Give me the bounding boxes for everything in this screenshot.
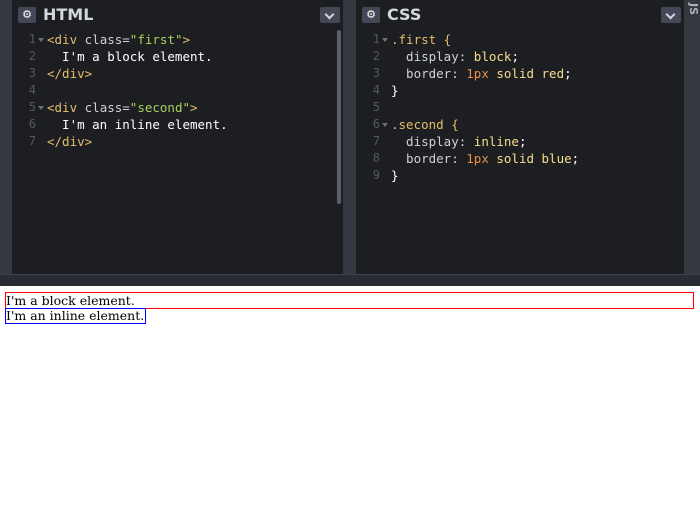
code-token: ; (518, 134, 527, 149)
css-dropdown-button[interactable] (661, 7, 681, 23)
code-token: border: (391, 151, 467, 166)
code-token: 1px (466, 66, 497, 81)
line-number: 5 (372, 100, 380, 114)
html-dropdown-button[interactable] (320, 7, 340, 23)
code-token: I'm an inline element. (47, 117, 228, 132)
gear-icon: ⚙ (366, 8, 376, 21)
js-panel-tab[interactable]: JS (686, 3, 700, 33)
html-settings-button[interactable]: ⚙ (18, 7, 36, 23)
fold-arrow-icon[interactable] (38, 38, 44, 42)
code-token: <div (47, 100, 85, 115)
line-number: 3 (28, 66, 36, 80)
css-code-editor[interactable]: 1 2 3 4 5 6 7 8 9 .first { display: block; borde… (356, 28, 684, 274)
code-line[interactable]: I'm a block element. (47, 48, 333, 65)
line-number: 6 (28, 117, 36, 131)
code-token: class= (84, 100, 130, 115)
code-token: <div (47, 32, 85, 47)
code-token: I'm a block element. (47, 49, 213, 64)
html-panel: ⚙ HTML 1234567 <div class="first"> I'm a… (0, 0, 343, 274)
html-code-editor[interactable]: 1234567 <div class="first"> I'm a block … (12, 28, 343, 274)
editor-area: ⚙ HTML 1234567 <div class="first"> I'm a… (0, 0, 700, 287)
line-number: 3 (372, 66, 380, 80)
css-panel-title: CSS (387, 5, 422, 24)
line-number: 7 (372, 134, 380, 148)
html-line-numbers: 1 2 3 4 5 6 7 (12, 31, 36, 150)
code-token: </div> (47, 134, 93, 149)
css-line-numbers: 1 2 3 4 5 6 7 8 9 (356, 31, 380, 184)
inline-element-preview: I'm an inline element. (5, 308, 147, 324)
code-token: solid blue (496, 151, 572, 166)
code-token: inline (473, 134, 519, 149)
code-line[interactable]: .second { (391, 116, 674, 133)
gear-icon: ⚙ (22, 8, 32, 21)
code-line[interactable] (391, 99, 674, 116)
fold-arrow-icon[interactable] (382, 123, 388, 127)
code-token: ; (564, 66, 572, 81)
code-line[interactable]: .first { (391, 31, 674, 48)
line-number: 8 (372, 151, 380, 165)
code-token: .second { (391, 117, 459, 132)
js-panel-title: JS (687, 3, 700, 16)
fold-arrow-icon[interactable] (382, 38, 388, 42)
code-line[interactable]: </div> (47, 133, 333, 150)
code-token: > (190, 100, 198, 115)
code-token: } (391, 83, 399, 98)
code-line[interactable]: I'm an inline element. (47, 116, 333, 133)
code-line[interactable]: } (391, 82, 674, 99)
code-line[interactable]: </div> (47, 65, 333, 82)
line-number: 2 (372, 49, 380, 63)
code-token: solid red (496, 66, 565, 81)
line-number: 7 (28, 134, 36, 148)
code-token: > (182, 32, 191, 47)
code-line[interactable]: <div class="first"> (47, 31, 333, 48)
css-panel: ⚙ CSS 1 2 3 4 5 6 7 8 9 .first { display: block;… (356, 0, 684, 274)
code-token: } (391, 168, 399, 183)
fold-arrow-icon[interactable] (38, 106, 44, 110)
code-token: ; (571, 151, 580, 166)
block-element-preview: I'm a block element. (5, 292, 694, 309)
code-line[interactable]: } (391, 167, 674, 184)
code-token: ; (511, 49, 519, 64)
preview-pane: I'm a block element. I'm an inline eleme… (0, 286, 700, 530)
code-token: "first" (129, 32, 183, 47)
line-number: 6 (372, 117, 380, 131)
code-line[interactable]: border: 1px solid red; (391, 65, 674, 82)
code-token: "second" (129, 100, 191, 115)
code-token: 1px (466, 151, 497, 166)
code-line[interactable] (47, 82, 333, 99)
line-number: 5 (28, 100, 36, 114)
html-panel-title: HTML (43, 5, 94, 24)
code-token: block (473, 49, 512, 64)
code-token: border: (391, 66, 467, 81)
html-panel-header: ⚙ HTML (12, 0, 343, 28)
line-number: 4 (372, 83, 380, 97)
code-token: display: (391, 49, 474, 64)
css-code[interactable]: .first { display: block; border: 1px sol… (391, 31, 674, 184)
code-line[interactable]: display: block; (391, 48, 674, 65)
line-number: 4 (28, 83, 36, 97)
code-line[interactable]: <div class="second"> (47, 99, 333, 116)
html-code[interactable]: <div class="first"> I'm a block element.… (47, 31, 333, 150)
code-token: display: (391, 134, 474, 149)
line-number: 1 (28, 32, 36, 46)
code-token: </div> (47, 66, 93, 81)
code-token: .first { (391, 32, 452, 47)
html-scrollbar[interactable] (337, 30, 341, 204)
line-number: 1 (372, 32, 380, 46)
css-panel-header: ⚙ CSS (356, 0, 684, 28)
code-token: class= (84, 32, 130, 47)
css-settings-button[interactable]: ⚙ (362, 7, 380, 23)
code-line[interactable]: display: inline; (391, 133, 674, 150)
line-number: 9 (372, 168, 380, 182)
code-line[interactable]: border: 1px solid blue; (391, 150, 674, 167)
line-number: 2 (28, 49, 36, 63)
